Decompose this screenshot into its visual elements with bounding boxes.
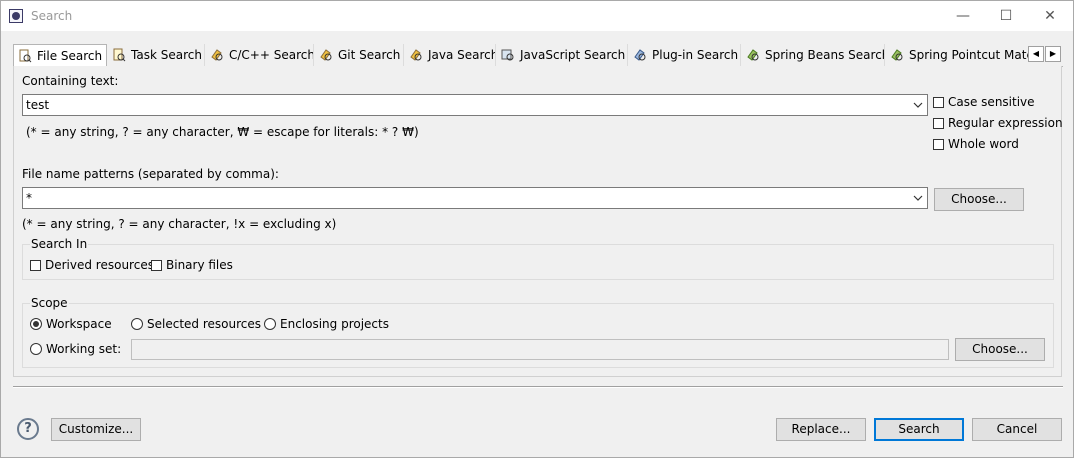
tab-label: Spring Beans Search — [765, 48, 885, 62]
working-set-input — [131, 339, 949, 360]
case-sensitive-checkbox[interactable]: Case sensitive — [933, 95, 1035, 109]
java-search-icon — [409, 48, 423, 62]
containing-text-label: Containing text: — [22, 74, 119, 88]
whole-word-checkbox[interactable]: Whole word — [933, 137, 1019, 151]
binary-files-checkbox[interactable]: Binary files — [151, 258, 233, 272]
checkbox-box[interactable] — [933, 96, 944, 108]
checkbox-label: Regular expression — [948, 116, 1063, 130]
file-search-icon — [18, 49, 32, 63]
cpp-search-icon — [210, 48, 224, 62]
tab-label: Task Search — [131, 48, 202, 62]
spring-beans-search-icon — [746, 48, 760, 62]
scope-title: Scope — [30, 296, 69, 310]
search-in-title: Search In — [30, 237, 89, 251]
replace-button[interactable]: Replace... — [776, 418, 866, 441]
working-set-radio[interactable]: Working set: — [30, 342, 121, 356]
tab-label: File Search — [37, 49, 103, 63]
plugin-search-icon — [633, 48, 647, 62]
tab-scroll-right-button[interactable]: ▶ — [1045, 46, 1061, 62]
radio-button[interactable] — [30, 318, 42, 330]
tab-scroll-left-button[interactable]: ◀ — [1028, 46, 1044, 62]
tab-cpp-search[interactable]: C/C++ Search — [206, 44, 314, 66]
working-set-choose-button[interactable]: Choose... — [955, 338, 1045, 361]
file-patterns-choose-button[interactable]: Choose... — [934, 188, 1024, 211]
radio-button[interactable] — [131, 318, 143, 330]
tab-scroll-buttons: ◀ ▶ — [1028, 46, 1062, 63]
tab-label: Plug-in Search — [652, 48, 739, 62]
checkbox-box[interactable] — [933, 117, 944, 129]
radio-label: Enclosing projects — [280, 317, 389, 331]
derived-resources-checkbox[interactable]: Derived resources — [30, 258, 154, 272]
tab-label: Java Search — [428, 48, 496, 62]
help-icon[interactable]: ? — [17, 418, 39, 440]
checkbox-label: Whole word — [948, 137, 1019, 151]
tab-file-search[interactable]: File Search — [13, 44, 107, 67]
tab-label: C/C++ Search — [229, 48, 314, 62]
tab-label: Git Search — [338, 48, 401, 62]
tab-plugin-search[interactable]: Plug-in Search — [629, 44, 741, 66]
file-patterns-label: File name patterns (separated by comma): — [22, 167, 279, 181]
radio-button[interactable] — [264, 318, 276, 330]
checkbox-label: Binary files — [166, 258, 233, 272]
checkbox-box[interactable] — [151, 259, 162, 271]
tab-spring-beans-search[interactable]: Spring Beans Search — [742, 44, 885, 66]
file-patterns-hint: (* = any string, ? = any character, !x =… — [22, 217, 337, 231]
chevron-down-icon[interactable] — [911, 191, 925, 205]
checkbox-label: Derived resources — [45, 258, 154, 272]
minimize-button[interactable]: — — [941, 1, 985, 31]
containing-text-value: test — [26, 98, 50, 112]
radio-label: Workspace — [46, 317, 112, 331]
tab-label: JavaScript Search — [520, 48, 626, 62]
maximize-button[interactable]: ☐ — [984, 1, 1028, 31]
close-button[interactable]: ✕ — [1028, 1, 1072, 31]
tab-git-search[interactable]: Git Search — [315, 44, 404, 66]
tab-label: Spring Pointcut Matc — [909, 48, 1028, 62]
footer-separator — [13, 386, 1063, 388]
git-search-icon — [319, 48, 333, 62]
selected-resources-radio[interactable]: Selected resources — [131, 317, 261, 331]
title-bar: Search — ☐ ✕ — [1, 1, 1073, 31]
window-title: Search — [31, 9, 73, 23]
regular-expression-checkbox[interactable]: Regular expression — [933, 116, 1063, 130]
checkbox-box[interactable] — [30, 259, 41, 271]
file-patterns-value: * — [26, 191, 32, 205]
radio-button[interactable] — [30, 343, 42, 355]
tab-spring-pointcut[interactable]: Spring Pointcut Matc — [886, 44, 1028, 66]
tab-task-search[interactable]: Task Search — [108, 44, 205, 66]
tab-java-search[interactable]: Java Search — [405, 44, 496, 66]
eclipse-app-icon — [9, 9, 23, 23]
radio-label: Working set: — [46, 342, 122, 356]
checkbox-label: Case sensitive — [948, 95, 1035, 109]
spring-pointcut-icon — [890, 48, 904, 62]
radio-label: Selected resources — [147, 317, 261, 331]
checkbox-box[interactable] — [933, 138, 944, 150]
search-tab-strip: File Search Task Search C/C++ Search Git… — [13, 44, 1063, 67]
customize-button[interactable]: Customize... — [51, 418, 141, 441]
task-search-icon — [112, 48, 126, 62]
chevron-down-icon[interactable] — [911, 98, 925, 112]
tab-javascript-search[interactable]: JavaScript Search — [497, 44, 628, 66]
search-dialog: Search — ☐ ✕ File Search Task Search C/C… — [0, 0, 1074, 458]
javascript-search-icon — [501, 48, 515, 62]
containing-text-hint: (* = any string, ? = any character, ₩ = … — [26, 125, 419, 139]
cancel-button[interactable]: Cancel — [972, 418, 1062, 441]
enclosing-projects-radio[interactable]: Enclosing projects — [264, 317, 389, 331]
file-patterns-input[interactable]: * — [22, 187, 928, 209]
workspace-radio[interactable]: Workspace — [30, 317, 112, 331]
containing-text-input[interactable]: test — [22, 94, 928, 116]
search-button[interactable]: Search — [874, 418, 964, 441]
